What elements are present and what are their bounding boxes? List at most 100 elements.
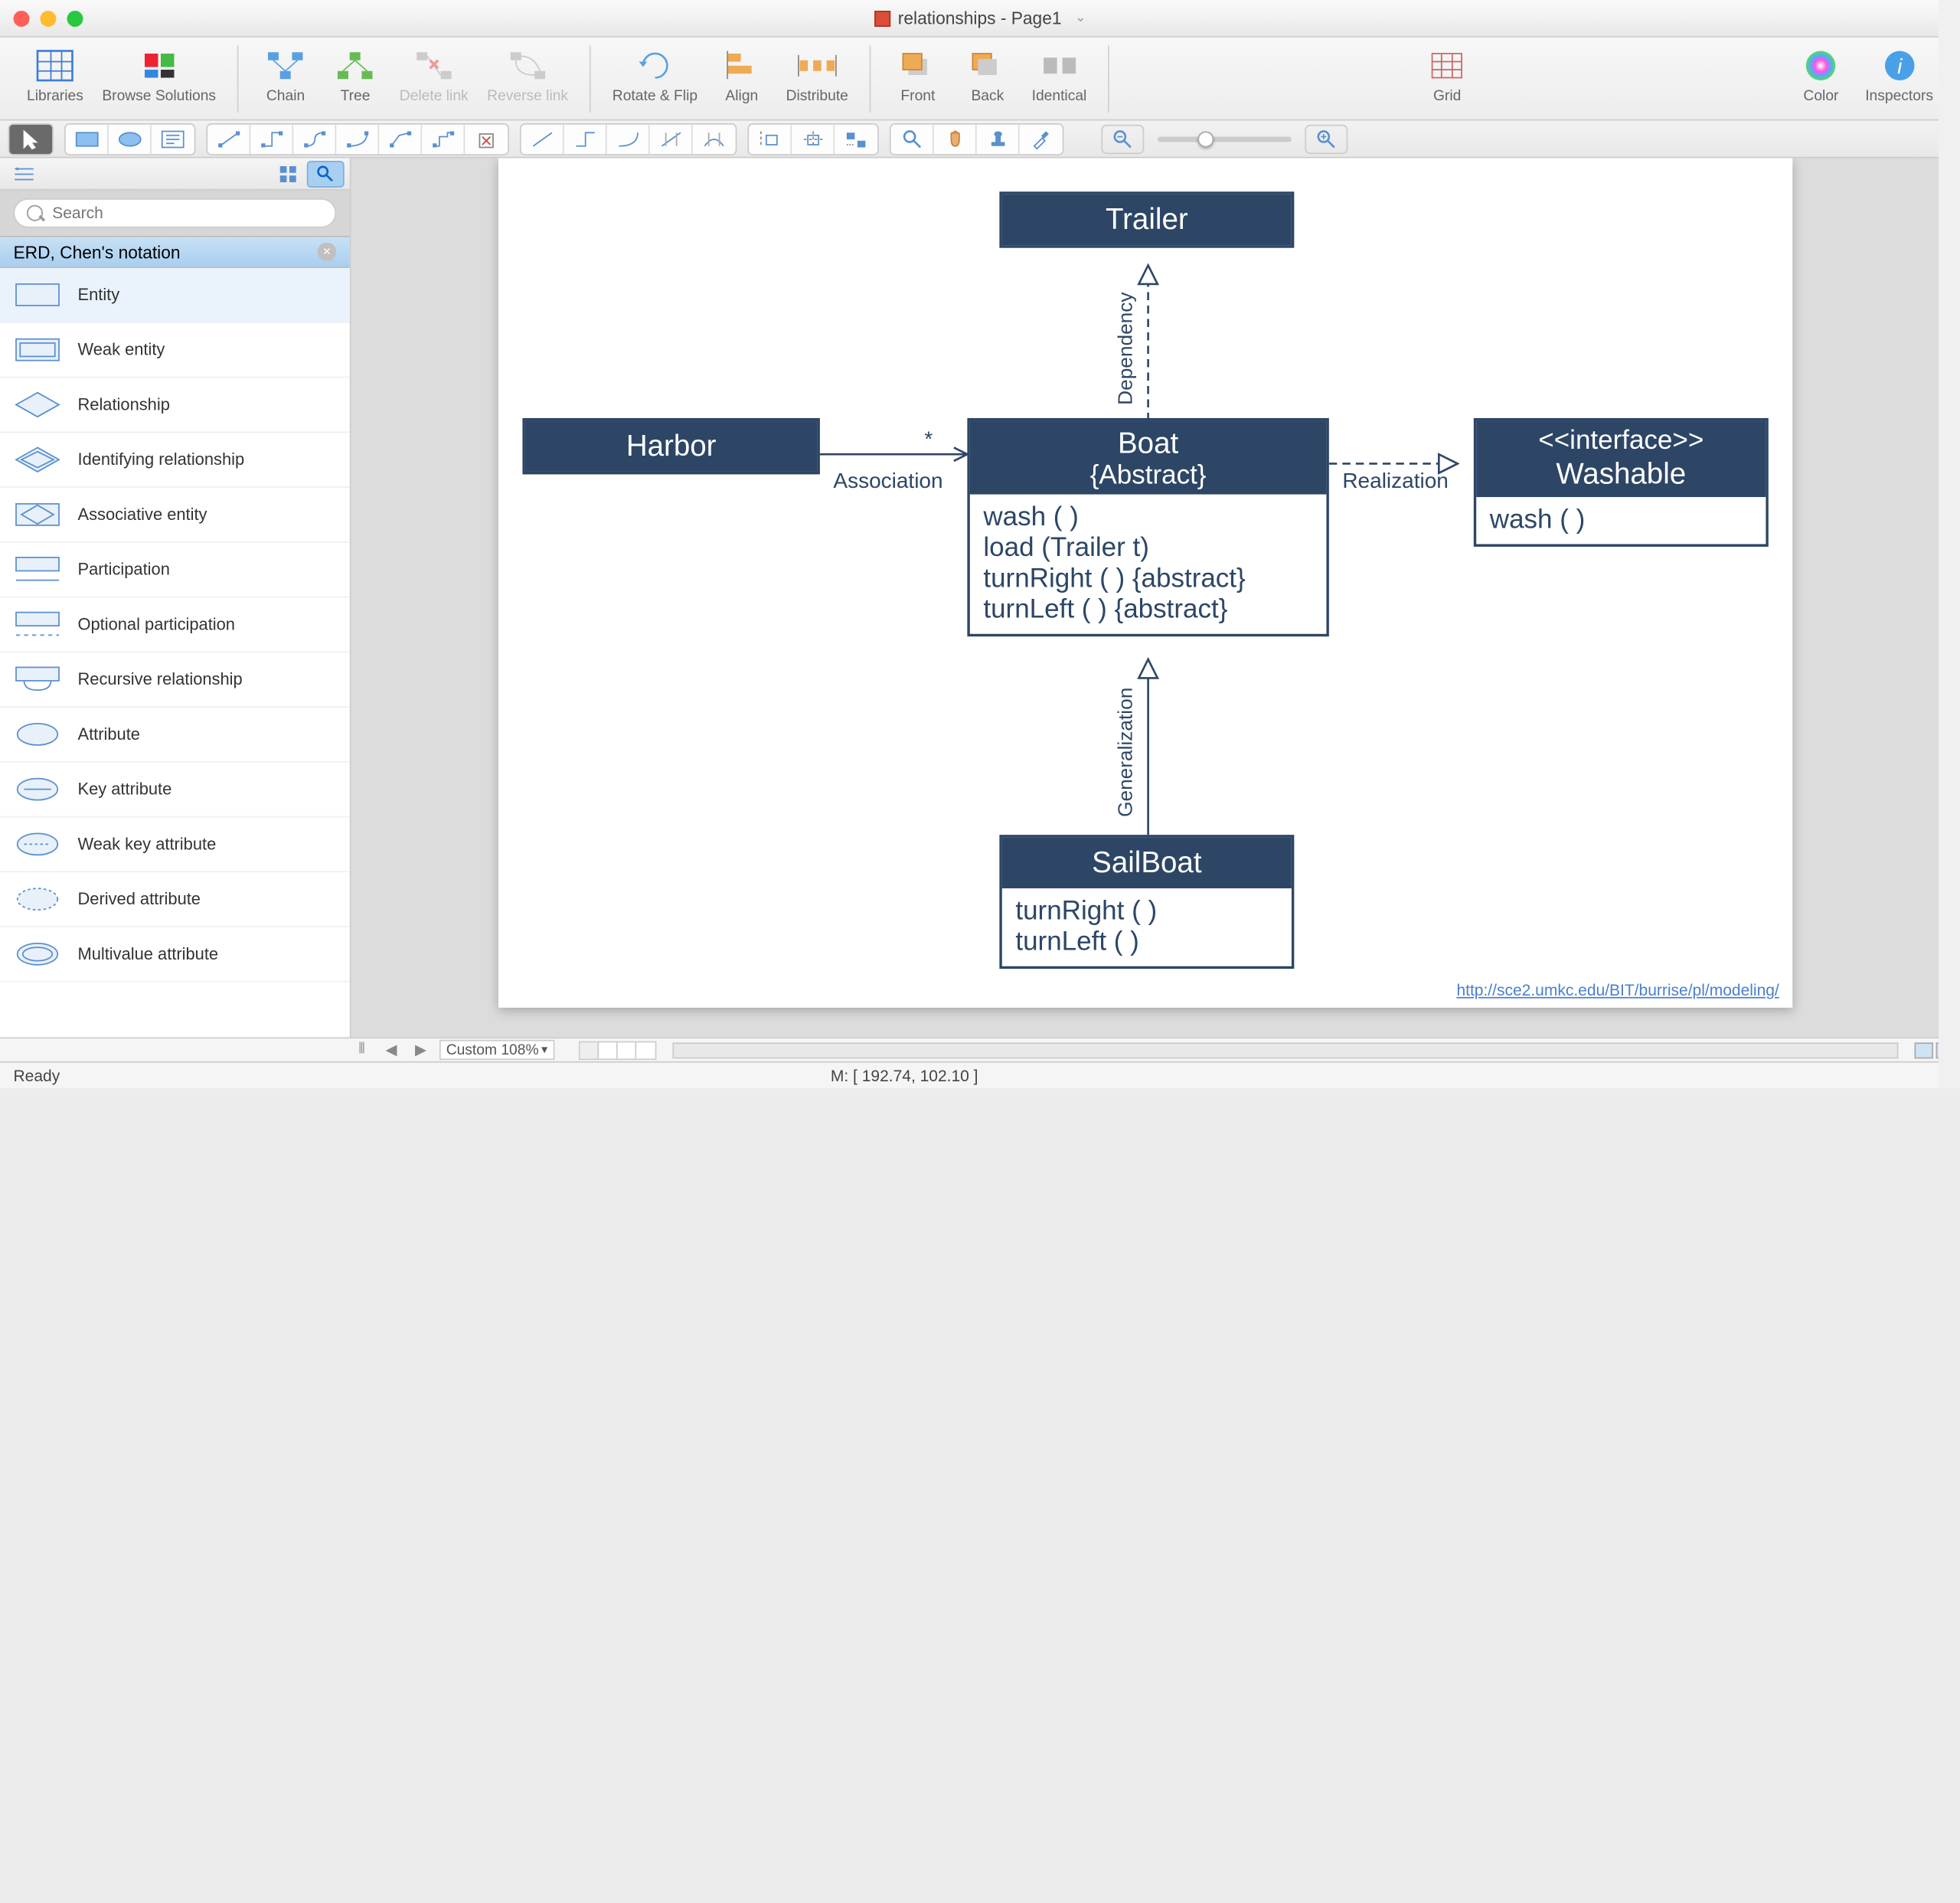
next-page-icon[interactable]: ▶ [410,1041,431,1059]
line-1[interactable] [521,124,564,153]
search-input[interactable] [13,198,336,227]
shape-item[interactable]: Multivalue attribute [0,927,350,983]
shape-item[interactable]: Participation [0,543,350,598]
shape-item[interactable]: Associative entity [0,488,350,543]
color-button[interactable]: Color [1790,43,1851,107]
uml-class-trailer[interactable]: Trailer [999,191,1294,247]
shape-item-label: Participation [77,560,169,578]
uml-class-sailboat[interactable]: SailBoat turnRight ( )turnLeft ( ) [999,835,1294,969]
tree-button[interactable]: Tree [325,43,386,107]
shape-item[interactable]: Optional participation [0,597,350,652]
connector-4[interactable] [336,124,379,153]
libraries-button[interactable]: Libraries [21,43,89,107]
connector-2[interactable] [250,124,293,153]
sidebar-search-view-icon[interactable] [307,160,345,187]
ellipse-tool[interactable] [109,124,152,153]
shape-item[interactable]: Entity [0,268,350,323]
snap-3[interactable] [835,124,877,153]
window-title: relationships - Page1 ⌄ [874,8,1086,28]
shape-item-label: Entity [77,286,119,304]
shape-item-label: Weak entity [77,340,165,358]
delete-tool[interactable] [465,124,508,153]
connector-5[interactable] [379,124,422,153]
chain-button[interactable]: Chain [255,43,316,107]
uml-interface-washable[interactable]: <<interface>> Washable wash ( ) [1474,418,1769,547]
horizontal-scrollbar[interactable] [672,1041,1899,1058]
distribute-button[interactable]: Distribute [781,43,854,107]
line-2[interactable] [564,124,607,153]
back-button[interactable]: Back [957,43,1018,107]
delete-link-button[interactable]: Delete link [394,43,474,107]
connector-3[interactable] [293,124,336,153]
line-3[interactable] [607,124,650,153]
eyedropper-tool[interactable] [1020,124,1063,153]
rotate-flip-button[interactable]: Rotate & Flip [607,43,703,107]
sidebar: ERD, Chen's notation × Entity Weak entity… [0,158,351,1037]
connector-1[interactable] [207,124,250,153]
zoom-slider-thumb[interactable] [1197,131,1214,147]
sidebar-grid-view-icon[interactable] [270,160,307,187]
shape-item[interactable]: Key attribute [0,763,350,818]
line-5[interactable] [693,124,736,153]
zoom-dropdown[interactable]: Custom 108%▾ [439,1040,554,1060]
connector-6[interactable] [422,124,465,153]
shape-item[interactable]: Relationship [0,378,350,433]
realization-label: Realization [1342,470,1449,494]
browse-solutions-button[interactable]: Browse Solutions [96,43,221,107]
pointer-tool[interactable] [9,124,52,153]
uml-class-boat[interactable]: Boat {Abstract} wash ( )load (Trailer t)… [967,418,1328,636]
prev-page-icon[interactable]: ◀ [381,1041,402,1059]
align-button[interactable]: Align [711,43,773,107]
grid-button[interactable]: Grid [1416,43,1478,107]
zoom-slider[interactable] [1158,136,1292,142]
diagram-canvas[interactable]: Trailer Harbor Boat {Abstract} wash ( )l… [498,158,1792,1007]
front-button[interactable]: Front [887,43,949,107]
boat-operations: wash ( )load (Trailer t)turnRight ( ) {a… [970,495,1326,634]
shape-item-label: Associative entity [77,505,207,524]
shape-item[interactable]: Recursive relationship [0,652,350,708]
snap-1[interactable] [749,124,792,153]
source-link[interactable]: http://sce2.umkc.edu/BIT/burrise/pl/mode… [1456,981,1779,999]
sidebar-section-header[interactable]: ERD, Chen's notation × [0,236,350,268]
reverse-link-button[interactable]: Reverse link [482,43,573,107]
multiplicity-label: * [924,429,933,453]
zoom-in-button[interactable] [1305,124,1348,153]
shape-item-label: Derived attribute [77,890,200,908]
stamp-tool[interactable] [977,124,1020,153]
pan-tool[interactable] [934,124,977,153]
shape-item[interactable]: Attribute [0,708,350,763]
shape-item[interactable]: Identifying relationship [0,433,350,488]
view-mode-1[interactable] [1915,1041,1933,1058]
uml-class-harbor[interactable]: Harbor [522,418,819,474]
zoom-tool[interactable] [891,124,934,153]
shape-item[interactable]: Derived attribute [0,872,350,927]
shape-thumb-icon [13,773,61,806]
chevron-down-icon[interactable]: ⌄ [1075,11,1086,25]
text-tool[interactable] [152,124,194,153]
shape-toolbar [0,120,1960,158]
shape-thumb-icon [13,718,61,750]
shape-item[interactable]: Weak entity [0,323,350,378]
sidebar-toggle-icon[interactable] [5,160,43,187]
line-4[interactable] [650,124,693,153]
sidebar-topbar [0,158,350,190]
identical-button[interactable]: Identical [1027,43,1093,107]
page-tabs[interactable] [578,1041,655,1059]
minimize-window-icon[interactable] [40,10,56,26]
page-handle-icon[interactable]: ⦀ [351,1041,372,1059]
inspectors-button[interactable]: iInspectors [1860,43,1939,107]
canvas-area[interactable]: Trailer Harbor Boat {Abstract} wash ( )l… [351,158,1960,1037]
close-section-icon[interactable]: × [318,243,336,261]
page-bar: ⦀ ◀ ▶ Custom 108%▾ [0,1037,1960,1061]
maximize-window-icon[interactable] [67,10,83,26]
shape-item-label: Identifying relationship [77,450,244,469]
close-window-icon[interactable] [13,10,29,26]
rect-tool[interactable] [66,124,109,153]
status-bar: Ready M: [ 192.74, 102.10 ] [0,1061,1960,1088]
shape-thumb-icon [13,443,61,476]
zoom-out-button[interactable] [1101,124,1144,153]
vertical-scrollbar[interactable] [1939,0,1960,1088]
shape-thumb-icon [13,499,61,531]
shape-item[interactable]: Weak key attribute [0,817,350,872]
snap-2[interactable] [792,124,835,153]
